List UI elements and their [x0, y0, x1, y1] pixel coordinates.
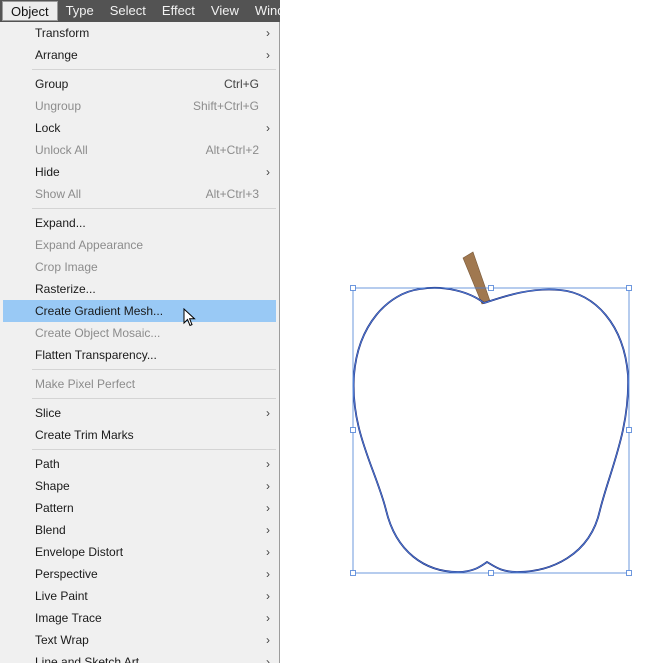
arrow-cursor-icon: [183, 308, 196, 327]
resize-handle-top-center[interactable]: [488, 285, 494, 291]
resize-handle-middle-left[interactable]: [350, 427, 356, 433]
resize-handle-middle-right[interactable]: [626, 427, 632, 433]
resize-handle-bottom-center[interactable]: [488, 570, 494, 576]
apple-stem[interactable]: [462, 251, 491, 305]
resize-handle-top-right[interactable]: [626, 285, 632, 291]
artboard-canvas[interactable]: [0, 0, 653, 663]
resize-handle-bottom-left[interactable]: [350, 570, 356, 576]
apple-selection-path: [353, 287, 629, 573]
resize-handle-bottom-right[interactable]: [626, 570, 632, 576]
resize-handle-top-left[interactable]: [350, 285, 356, 291]
selection-bounding-box: [352, 287, 630, 574]
apple-outline[interactable]: [352, 286, 629, 573]
